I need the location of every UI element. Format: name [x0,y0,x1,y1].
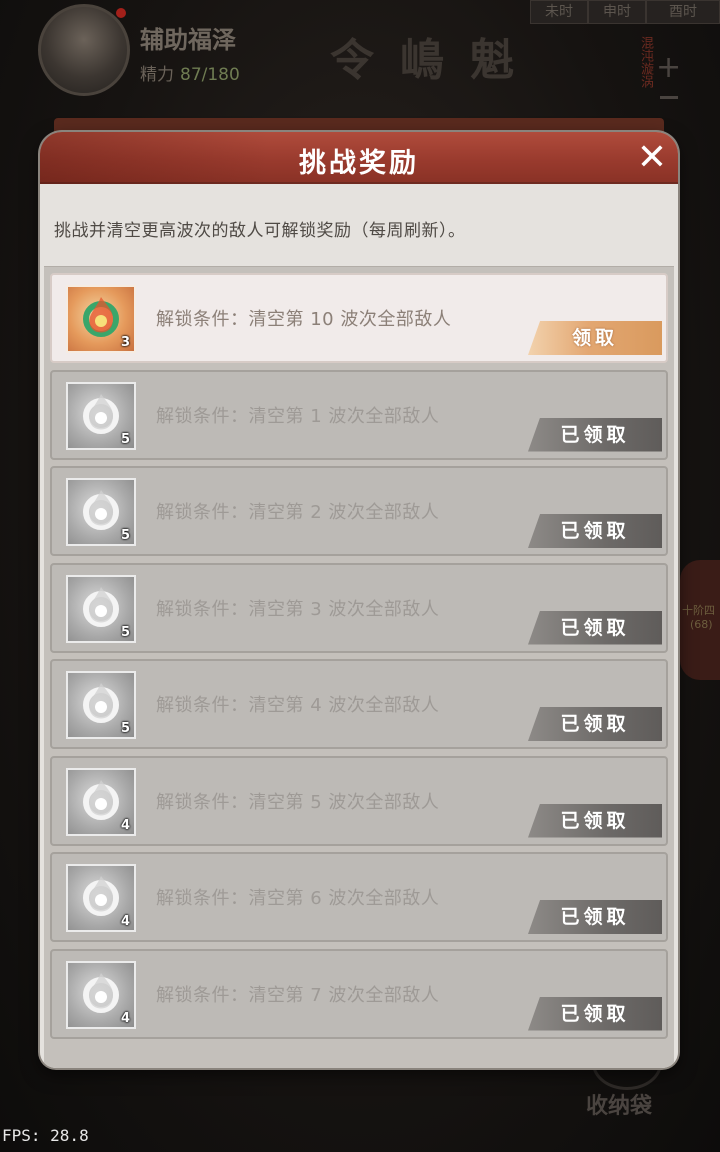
reward-item-count: 5 [120,624,130,640]
challenge-rewards-dialog: 挑战奖励 ✕ 挑战并清空更高波次的敌人可解锁奖励（每周刷新）。 3 解锁条件：清空… [40,132,678,1068]
reward-item-count: 5 [120,431,130,447]
claimed-button[interactable]: 已领取 [528,514,662,548]
side-event-label[interactable]: 混沌漩涡 [630,36,654,88]
time-tab-wei[interactable]: 未时 [530,0,588,24]
storage-bag-label[interactable]: 收纳袋 [586,1088,652,1120]
claim-button[interactable]: 领取 [528,321,662,355]
reward-item-slot[interactable]: 4 [66,767,136,836]
reward-item-count: 4 [120,817,130,833]
reward-item-slot[interactable]: 5 [66,381,136,450]
claimed-button[interactable]: 已领取 [528,417,662,452]
dialog-header: 挑战奖励 ✕ [40,132,678,184]
time-tab-shen[interactable]: 申时 [588,0,646,24]
hud-emblem-3[interactable]: 魁 [470,24,514,88]
hud-emblem-1[interactable]: 令 [330,24,374,88]
claimed-button[interactable]: 已领取 [528,707,662,741]
reward-item-slot[interactable]: 3 [66,285,136,353]
claimed-button[interactable]: 已领取 [528,996,662,1031]
reward-row: 5 解锁条件：清空第 2 波次全部敌人已领取 [50,466,668,556]
unlock-condition: 解锁条件：清空第 6 波次全部敌人 [156,888,440,909]
player-name: 辅助福泽 [140,26,236,54]
side-badge-count: (68) [690,618,713,631]
reward-item-slot[interactable]: 5 [66,478,136,546]
unlock-condition: 解锁条件：清空第 7 波次全部敌人 [156,984,440,1006]
reward-item-count: 4 [120,914,130,929]
reward-row: 3 解锁条件：清空第 10 波次全部敌人领取 [50,273,668,363]
unlock-condition: 解锁条件：清空第 1 波次全部敌人 [156,405,440,427]
reward-row: 4 解锁条件：清空第 7 波次全部敌人已领取 [50,948,668,1039]
reward-item-slot[interactable]: 4 [66,864,136,932]
reward-item-slot[interactable]: 5 [66,671,136,739]
fps-counter: FPS: 28.8 [2,1126,89,1145]
reward-list[interactable]: 3 解锁条件：清空第 10 波次全部敌人领取 5 解锁条件：清空第 1 波次全部敌人已… [44,266,674,1068]
dialog-body: 挑战并清空更高波次的敌人可解锁奖励（每周刷新）。 3 解锁条件：清空第 10 波次… [40,184,678,1068]
hud-emblem-2[interactable]: 嶋 [400,24,444,88]
stamina-value: 87/180 [180,65,240,85]
reward-item-count: 3 [120,335,130,350]
unlock-condition: 解锁条件：清空第 10 波次全部敌人 [156,309,452,330]
claimed-button[interactable]: 已领取 [528,900,662,934]
unlock-condition: 解锁条件：清空第 5 波次全部敌人 [156,791,440,813]
reward-row: 5 解锁条件：清空第 4 波次全部敌人已领取 [50,659,668,749]
notification-dot [116,8,126,18]
zoom-out-icon[interactable] [660,96,678,99]
side-badge-label: 十阶四 [682,604,715,617]
reward-item-slot[interactable]: 5 [66,574,136,643]
unlock-condition: 解锁条件：清空第 3 波次全部敌人 [156,598,440,620]
unlock-condition: 解锁条件：清空第 4 波次全部敌人 [156,695,440,716]
dialog-title: 挑战奖励 [299,148,419,179]
stamina-label: 精力 [140,65,174,85]
reward-item-count: 5 [120,528,130,543]
reward-row: 4 解锁条件：清空第 5 波次全部敌人已领取 [50,755,668,846]
reward-list-viewport: 3 解锁条件：清空第 10 波次全部敌人领取 5 解锁条件：清空第 1 波次全部敌人已… [44,267,674,1068]
claimed-button[interactable]: 已领取 [528,803,662,838]
claimed-button[interactable]: 已领取 [528,610,662,645]
dialog-intro: 挑战并清空更高波次的敌人可解锁奖励（每周刷新）。 [54,221,466,241]
zoom-in-icon[interactable]: + [656,50,681,85]
reward-row: 4 解锁条件：清空第 6 波次全部敌人已领取 [50,852,668,942]
reward-item-count: 5 [120,721,130,736]
reward-item-count: 4 [120,1010,130,1026]
stamina-display: 精力 87/180 [140,60,240,85]
close-icon[interactable]: ✕ [634,138,670,178]
reward-row: 5 解锁条件：清空第 3 波次全部敌人已领取 [50,562,668,653]
time-tab-you[interactable]: 酉时 [646,0,720,24]
reward-row: 5 解锁条件：清空第 1 波次全部敌人已领取 [50,369,668,460]
reward-item-slot[interactable]: 4 [66,960,136,1029]
player-avatar[interactable] [38,4,130,96]
unlock-condition: 解锁条件：清空第 2 波次全部敌人 [156,502,440,523]
